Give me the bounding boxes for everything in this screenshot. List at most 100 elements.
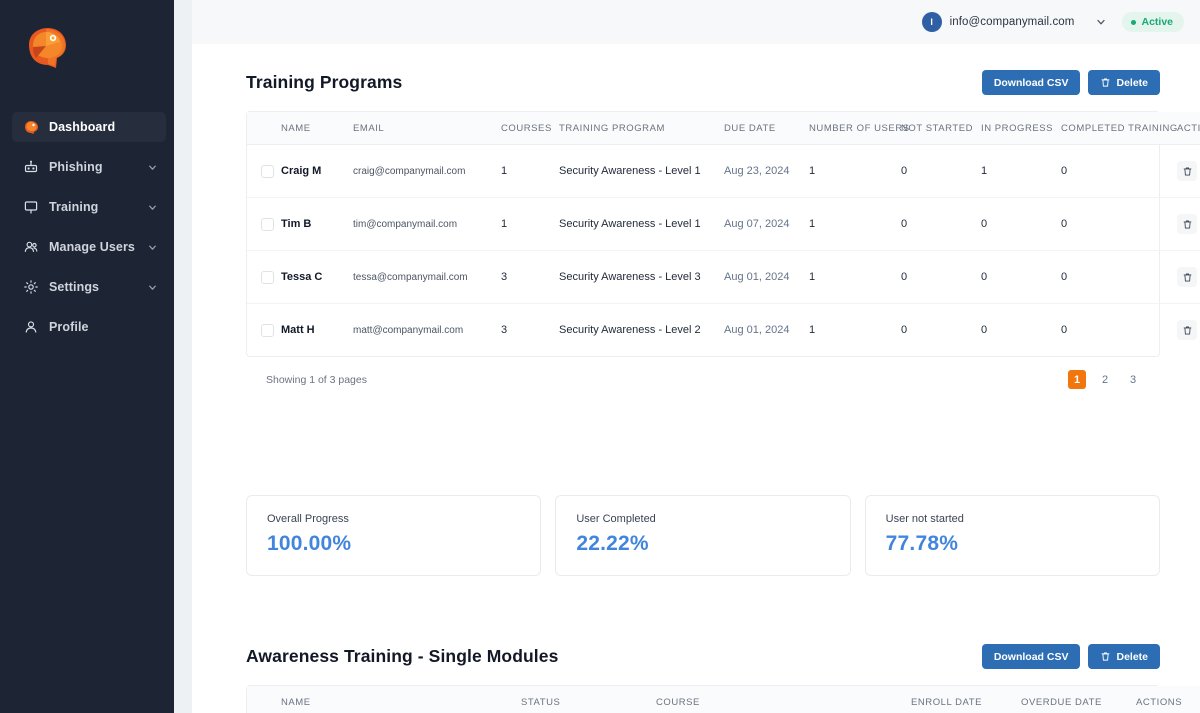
awareness-training-header: Awareness Training - Single Modules Down… [246, 644, 1160, 669]
table-row[interactable]: Matt H matt@companymail.com 3 Security A… [247, 304, 1200, 357]
awareness-training-card: NAME STATUS COURSE ENROLL DATE OVERDUE D… [246, 685, 1200, 713]
row-delete-button[interactable] [1177, 320, 1197, 340]
pagination-bar: Showing 1 of 3 pages 1 2 3 [246, 357, 1160, 403]
chevron-down-icon[interactable] [146, 201, 158, 213]
page-button-1[interactable]: 1 [1068, 370, 1086, 389]
cell-name: Matt H [281, 324, 315, 336]
sidebar-item-profile[interactable]: Profile [12, 312, 166, 342]
cell-users: 1 [809, 324, 816, 336]
cell-due-date: Aug 01, 2024 [724, 324, 790, 336]
page-button-2[interactable]: 2 [1096, 370, 1114, 389]
page-button-3[interactable]: 3 [1124, 370, 1142, 389]
stat-card-user-completed: User Completed 22.22% [555, 495, 851, 576]
stat-cards: Overall Progress 100.00% User Completed … [246, 495, 1160, 576]
trash-icon [1100, 77, 1111, 88]
cell-program: Security Awareness - Level 3 [559, 250, 724, 304]
cell-users: 1 [809, 144, 901, 198]
sidebar-item-training[interactable]: Training [12, 192, 166, 222]
cell-email: tessa@companymail.com [353, 250, 501, 304]
presentation-icon [22, 198, 40, 216]
stat-value: 77.78% [885, 532, 959, 555]
stat-value: 100.00% [267, 532, 352, 555]
chevron-down-icon[interactable] [146, 241, 158, 253]
row-delete-button[interactable] [1177, 267, 1197, 287]
sidebar: Dashboard Phishing Training Manage Users… [0, 0, 174, 713]
stat-label: User not started [885, 513, 964, 525]
cell-in-progress: 0 [981, 197, 1061, 251]
table-row[interactable]: Craig M craig@companymail.com 1 Security… [247, 144, 1200, 198]
cell-program: Security Awareness - Level 2 [559, 324, 701, 336]
trash-icon [1100, 651, 1111, 662]
account-menu[interactable]: I info@companymail.com [921, 12, 1109, 32]
parrot-icon [22, 118, 40, 136]
sidebar-item-manage-users[interactable]: Manage Users [12, 232, 166, 262]
row-checkbox[interactable] [261, 217, 274, 231]
col-name: NAME [281, 112, 353, 145]
table-row[interactable]: Tessa C tessa@companymail.com 3 Security… [247, 250, 1200, 304]
cell-actions [1177, 304, 1200, 357]
chevron-down-icon[interactable] [1094, 15, 1108, 29]
awareness-training-actions: Download CSV Delete [981, 644, 1160, 669]
chevron-down-icon[interactable] [146, 161, 158, 173]
table-header: NAME EMAIL COURSES TRAINING PROGRAM DUE … [247, 112, 1200, 145]
row-checkbox[interactable] [261, 323, 274, 337]
logo-container[interactable] [0, 0, 174, 96]
cell-completed: 0 [1061, 250, 1177, 304]
awareness-training-table: NAME STATUS COURSE ENROLL DATE OVERDUE D… [247, 686, 1200, 713]
table-body: Craig M craig@companymail.com 1 Security… [247, 144, 1200, 357]
cell-email: tim@companymail.com [353, 197, 501, 251]
main-content: I info@companymail.com Active Training P… [192, 0, 1200, 713]
row-delete-button[interactable] [1177, 161, 1197, 181]
training-programs-table: NAME EMAIL COURSES TRAINING PROGRAM DUE … [247, 112, 1200, 356]
training-programs-actions: Download CSV Delete [981, 70, 1160, 95]
cell-email: craig@companymail.com [353, 144, 501, 198]
cell-not-started: 0 [901, 144, 981, 198]
delete-label: Delete [1116, 76, 1148, 89]
col-email: EMAIL [353, 112, 501, 145]
sidebar-nav: Dashboard Phishing Training Manage Users… [0, 112, 174, 346]
col-actions: ACTIONS [1177, 112, 1200, 145]
cell-actions [1177, 197, 1200, 251]
cell-actions [1177, 144, 1200, 198]
row-checkbox-cell [247, 144, 281, 198]
col-status: STATUS [521, 686, 656, 713]
cell-program: Security Awareness - Level 1 [559, 197, 724, 251]
showing-text: Showing 1 of 3 pages [266, 373, 367, 386]
users-icon [22, 238, 40, 256]
table-header-row: NAME STATUS COURSE ENROLL DATE OVERDUE D… [247, 686, 1200, 713]
download-csv-button[interactable]: Download CSV [981, 70, 1081, 95]
cell-name: Tessa C [281, 250, 353, 304]
sidebar-item-label: Profile [49, 320, 89, 334]
delete-button[interactable]: Delete [1088, 70, 1160, 95]
training-programs-header: Training Programs Download CSV Delete [246, 70, 1160, 95]
col-number-of-users: NUMBER OF USERS [809, 112, 909, 145]
table-row[interactable]: Tim B tim@companymail.com 1 Security Awa… [247, 197, 1200, 251]
sidebar-item-phishing[interactable]: Phishing [12, 152, 166, 182]
pagination: 1 2 3 [1068, 370, 1142, 389]
col-course: COURSE [656, 686, 911, 713]
stat-card-overall-progress: Overall Progress 100.00% [246, 495, 542, 576]
sidebar-content-divider [174, 0, 192, 713]
table-header-row: NAME EMAIL COURSES TRAINING PROGRAM DUE … [247, 112, 1200, 145]
stat-card-user-not-started: User not started 77.78% [864, 495, 1160, 576]
chevron-down-icon[interactable] [146, 281, 158, 293]
download-csv-button-2[interactable]: Download CSV [981, 644, 1081, 669]
table-header: NAME STATUS COURSE ENROLL DATE OVERDUE D… [247, 686, 1200, 713]
cell-program: Security Awareness - Level 1 [559, 144, 724, 198]
cell-users: 1 [809, 197, 901, 251]
cell-completed: 0 [1061, 144, 1177, 198]
row-checkbox-cell [247, 197, 281, 251]
sidebar-item-settings[interactable]: Settings [12, 272, 166, 302]
row-checkbox[interactable] [261, 164, 274, 178]
sidebar-item-dashboard[interactable]: Dashboard [12, 112, 166, 142]
sidebar-item-label: Dashboard [49, 120, 116, 134]
cell-courses: 3 [501, 250, 559, 304]
row-delete-button[interactable] [1177, 214, 1197, 234]
cell-completed: 0 [1061, 324, 1068, 336]
row-checkbox[interactable] [261, 270, 274, 284]
cell-not-started: 0 [901, 250, 981, 304]
sidebar-item-label: Training [49, 200, 99, 214]
fishing-rod-icon [22, 158, 40, 176]
delete-button-2[interactable]: Delete [1088, 644, 1160, 669]
stat-label: User Completed [576, 513, 656, 525]
